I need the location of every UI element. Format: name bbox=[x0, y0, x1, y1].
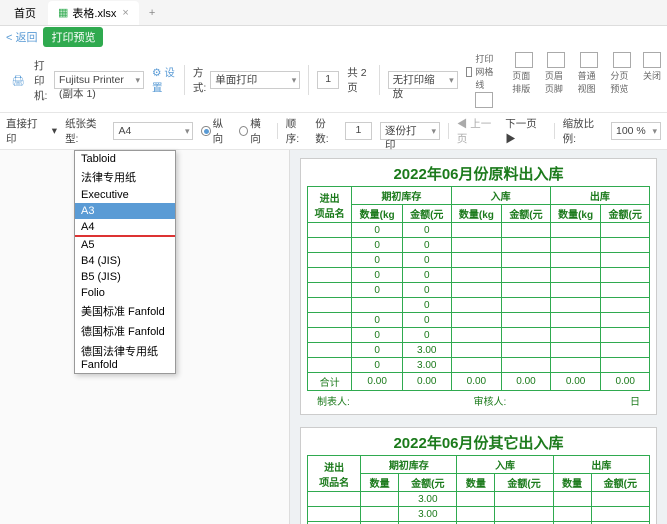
dd-item-10[interactable]: 德国标准 Fanfold bbox=[75, 321, 175, 341]
table-row: 3.00 bbox=[308, 492, 650, 507]
mode-label: 方式: bbox=[193, 65, 206, 95]
table-row: 3.00 bbox=[308, 507, 650, 522]
prev-page[interactable]: ◀ 上一页 bbox=[457, 116, 497, 146]
dd-item-1[interactable]: 法律专用纸 bbox=[75, 167, 175, 187]
rt-close[interactable]: 关闭 bbox=[643, 52, 661, 82]
tab-file[interactable]: ▦ 表格.xlsx × bbox=[48, 1, 139, 25]
spreadsheet-icon: ▦ bbox=[58, 6, 68, 19]
paper-type-label: 纸张类型: bbox=[65, 116, 105, 146]
dd-item-4[interactable]: A4 bbox=[75, 219, 175, 237]
sheet1-table: 进出 项品名期初库存入库出库数量(kg金额(元数量(kg金额(元数量(kg金额(… bbox=[307, 186, 650, 391]
orient-portrait[interactable]: 纵向 bbox=[201, 116, 231, 146]
printer-icon: 🖨 bbox=[8, 70, 28, 90]
scale-select[interactable]: 100 % bbox=[611, 122, 661, 140]
dd-item-11[interactable]: 德国法律专用纸 Fanfold bbox=[75, 341, 175, 373]
dd-item-0[interactable]: Tabloid bbox=[75, 151, 175, 167]
orient-landscape[interactable]: 横向 bbox=[239, 116, 269, 146]
table-row: 00 bbox=[308, 253, 650, 268]
dd-item-9[interactable]: 美国标准 Fanfold bbox=[75, 301, 175, 321]
tab-add[interactable]: + bbox=[141, 3, 163, 23]
sheet2-title: 2022年06月份其它出入库 bbox=[307, 432, 650, 453]
toolbar-row2: 直接打印▾ 纸张类型: A4 纵向 横向 顺序: 份数: 1 逐份打印 ◀ 上一… bbox=[0, 113, 667, 150]
rt-header-footer[interactable]: 页眉页脚 bbox=[545, 52, 568, 95]
toolbar-right: 打印网格线 页面排版 页眉页脚 普通视图 分页预览 关闭 bbox=[466, 52, 661, 108]
printer-select[interactable]: Fujitsu Printer (副本 1) bbox=[54, 71, 144, 89]
table-row: 00 bbox=[308, 313, 650, 328]
foot-date: 日 bbox=[630, 393, 640, 408]
print-preview-pill: 打印预览 bbox=[43, 27, 103, 47]
dd-item-8[interactable]: Folio bbox=[75, 285, 175, 301]
foot-reviewer: 审核人: bbox=[474, 393, 507, 408]
sheet2-table: 进出 项品名期初库存入库出库数量金额(元数量金额(元数量金额(元3.003.00… bbox=[307, 455, 650, 524]
rt-normal-view[interactable]: 普通视图 bbox=[578, 52, 601, 95]
page-spin[interactable]: 1 bbox=[317, 71, 339, 89]
collate-select[interactable]: 逐份打印 bbox=[380, 122, 440, 140]
rt-layout[interactable]: 页面排版 bbox=[512, 52, 535, 95]
printer-label: 打印机: bbox=[34, 58, 50, 103]
dd-item-6[interactable]: B4 (JIS) bbox=[75, 253, 175, 269]
table-row: 03.00 bbox=[308, 343, 650, 358]
table-row: 00 bbox=[308, 268, 650, 283]
table-row: 00 bbox=[308, 328, 650, 343]
dd-item-2[interactable]: Executive bbox=[75, 187, 175, 203]
back-link[interactable]: < 返回 bbox=[6, 29, 37, 45]
close-icon[interactable]: × bbox=[122, 7, 128, 19]
direct-print-label[interactable]: 直接打印 bbox=[6, 116, 44, 146]
sheet1-title: 2022年06月份原料出入库 bbox=[307, 163, 650, 184]
mode-select[interactable]: 单面打印 bbox=[210, 71, 300, 89]
dd-item-3[interactable]: A3 bbox=[75, 203, 175, 219]
table-row: 00 bbox=[308, 223, 650, 238]
order-label: 顺序: bbox=[286, 116, 308, 146]
paper-dropdown[interactable]: Tabloid法律专用纸ExecutiveA3A4A5B4 (JIS)B5 (J… bbox=[74, 150, 176, 374]
dd-item-5[interactable]: A5 bbox=[75, 237, 175, 253]
toolbar-row1: 🖨 打印机: Fujitsu Printer (副本 1) ⚙ 设置 方式: 单… bbox=[0, 48, 667, 113]
zoom-style-select[interactable]: 无打印缩放 bbox=[388, 71, 458, 89]
left-pane: Tabloid法律专用纸ExecutiveA3A4A5B4 (JIS)B5 (J… bbox=[0, 150, 290, 524]
sheet-2: 2022年06月份其它出入库 进出 项品名期初库存入库出库数量金额(元数量金额(… bbox=[300, 427, 657, 524]
sheet-1: 2022年06月份原料出入库 进出 项品名期初库存入库出库数量(kg金额(元数量… bbox=[300, 158, 657, 415]
table-row: 0 bbox=[308, 298, 650, 313]
table-row: 合计0.000.000.000.000.000.00 bbox=[308, 373, 650, 391]
scale-label: 缩放比例: bbox=[563, 116, 603, 146]
page-count: 共 2 页 bbox=[347, 65, 371, 95]
copies-spin[interactable]: 1 bbox=[345, 122, 372, 140]
copies-label: 份数: bbox=[315, 116, 337, 146]
table-row: 00 bbox=[308, 238, 650, 253]
paper-select[interactable]: A4 bbox=[113, 122, 193, 140]
settings-link[interactable]: ⚙ 设置 bbox=[152, 65, 176, 95]
preview-pane: 2022年06月份原料出入库 进出 项品名期初库存入库出库数量(kg金额(元数量… bbox=[290, 150, 667, 524]
table-row: 03.00 bbox=[308, 358, 650, 373]
sub-bar: < 返回 打印预览 bbox=[0, 26, 667, 48]
tab-bar: 首页 ▦ 表格.xlsx × + bbox=[0, 0, 667, 26]
table-row: 00 bbox=[308, 283, 650, 298]
dd-item-7[interactable]: B5 (JIS) bbox=[75, 269, 175, 285]
tab-home[interactable]: 首页 bbox=[4, 1, 46, 25]
print-button[interactable]: 🖨 bbox=[6, 68, 30, 92]
next-page[interactable]: 下一页 ▶ bbox=[505, 116, 545, 146]
rt-gridlines[interactable]: 打印网格线 bbox=[466, 52, 503, 108]
rt-page-break[interactable]: 分页预览 bbox=[610, 52, 633, 95]
foot-author: 制表人: bbox=[317, 393, 350, 408]
